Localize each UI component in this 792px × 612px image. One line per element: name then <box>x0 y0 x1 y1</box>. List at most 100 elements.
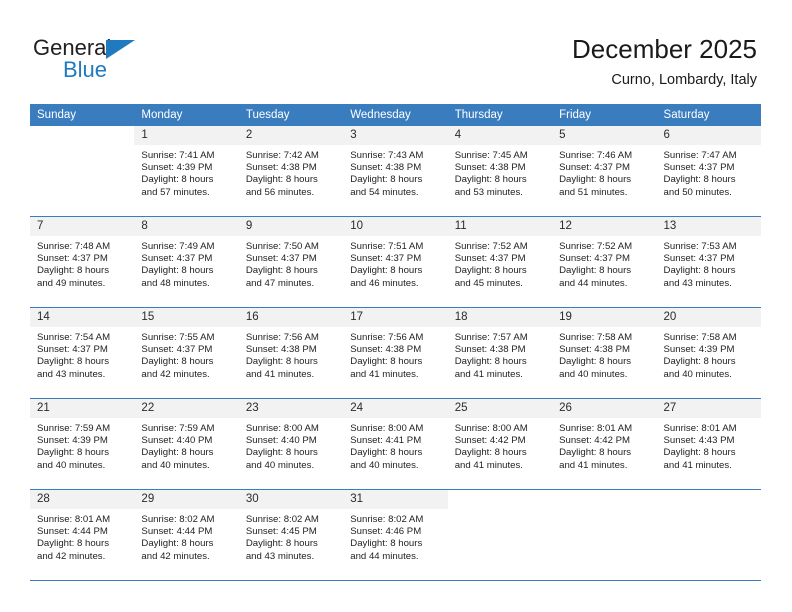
day-details: Sunrise: 7:57 AM Sunset: 4:38 PM Dayligh… <box>448 327 552 381</box>
day-number: 17 <box>343 308 448 327</box>
sunrise-text: Sunrise: 7:59 AM <box>37 423 111 434</box>
day-details <box>552 509 656 514</box>
day-number: 23 <box>238 399 344 418</box>
weekday-header-friday: Friday <box>552 104 657 126</box>
daylight-text-line1: Daylight: 8 hours <box>350 447 423 459</box>
sunset-text: Sunset: 4:37 PM <box>559 162 631 174</box>
daylight-text-line1: Daylight: 8 hours <box>350 356 423 368</box>
weekday-header-wednesday: Wednesday <box>343 104 448 126</box>
day-number <box>447 490 553 509</box>
day-details: Sunrise: 8:01 AM Sunset: 4:42 PM Dayligh… <box>552 418 656 472</box>
calendar-day-cell[interactable]: 8 Sunrise: 7:49 AM Sunset: 4:37 PM Dayli… <box>134 216 239 308</box>
calendar-day-cell[interactable]: 10 Sunrise: 7:51 AM Sunset: 4:37 PM Dayl… <box>343 216 448 308</box>
daylight-text-line1: Daylight: 8 hours <box>350 174 423 186</box>
daylight-text-line2: and 40 minutes. <box>559 368 628 380</box>
calendar-day-cell[interactable]: 27 Sunrise: 8:01 AM Sunset: 4:43 PM Dayl… <box>656 398 761 490</box>
daylight-text-line2: and 40 minutes. <box>141 459 210 471</box>
day-details: Sunrise: 7:58 AM Sunset: 4:39 PM Dayligh… <box>657 327 761 381</box>
sunset-text: Sunset: 4:38 PM <box>454 162 526 174</box>
day-number: 21 <box>30 399 135 418</box>
calendar-day-cell[interactable] <box>552 489 657 581</box>
calendar-day-cell[interactable]: 15 Sunrise: 7:55 AM Sunset: 4:37 PM Dayl… <box>134 307 239 399</box>
sunset-text: Sunset: 4:37 PM <box>454 253 526 265</box>
calendar-day-cell[interactable]: 17 Sunrise: 7:56 AM Sunset: 4:38 PM Dayl… <box>343 307 448 399</box>
calendar-day-cell[interactable]: 23 Sunrise: 8:00 AM Sunset: 4:40 PM Dayl… <box>238 398 344 490</box>
day-number <box>552 490 657 509</box>
sunrise-text: Sunrise: 7:56 AM <box>350 332 424 343</box>
calendar-day-cell[interactable]: 22 Sunrise: 7:59 AM Sunset: 4:40 PM Dayl… <box>134 398 239 490</box>
calendar-day-cell[interactable]: 5 Sunrise: 7:46 AM Sunset: 4:37 PM Dayli… <box>552 126 657 217</box>
day-details: Sunrise: 8:00 AM Sunset: 4:41 PM Dayligh… <box>343 418 447 472</box>
sunset-text: Sunset: 4:43 PM <box>663 435 735 447</box>
sunset-text: Sunset: 4:41 PM <box>350 435 422 447</box>
day-number: 10 <box>343 217 448 236</box>
sunrise-text: Sunrise: 7:48 AM <box>37 241 111 252</box>
calendar-day-cell[interactable]: 18 Sunrise: 7:57 AM Sunset: 4:38 PM Dayl… <box>447 307 553 399</box>
weekday-header-row: Sunday Monday Tuesday Wednesday Thursday… <box>30 104 761 126</box>
sunset-text: Sunset: 4:46 PM <box>350 526 422 538</box>
calendar-day-cell[interactable]: 13 Sunrise: 7:53 AM Sunset: 4:37 PM Dayl… <box>656 216 761 308</box>
calendar-day-cell[interactable] <box>30 126 135 217</box>
sunrise-text: Sunrise: 7:49 AM <box>141 241 215 252</box>
sunset-text: Sunset: 4:40 PM <box>245 435 317 447</box>
calendar-day-cell[interactable]: 21 Sunrise: 7:59 AM Sunset: 4:39 PM Dayl… <box>30 398 135 490</box>
daylight-text-line1: Daylight: 8 hours <box>559 356 632 368</box>
calendar-day-cell[interactable]: 28 Sunrise: 8:01 AM Sunset: 4:44 PM Dayl… <box>30 489 135 581</box>
daylight-text-line2: and 40 minutes. <box>245 459 315 471</box>
calendar-day-cell[interactable]: 3 Sunrise: 7:43 AM Sunset: 4:38 PM Dayli… <box>343 126 448 217</box>
sunset-text: Sunset: 4:37 PM <box>37 344 108 356</box>
page-title: December 2025 <box>572 34 757 64</box>
calendar-day-cell[interactable] <box>447 489 553 581</box>
calendar-day-cell[interactable]: 14 Sunrise: 7:54 AM Sunset: 4:37 PM Dayl… <box>30 307 135 399</box>
calendar-day-cell[interactable]: 26 Sunrise: 8:01 AM Sunset: 4:42 PM Dayl… <box>552 398 657 490</box>
sunset-text: Sunset: 4:37 PM <box>245 253 317 265</box>
day-number: 5 <box>552 126 657 145</box>
daylight-text-line1: Daylight: 8 hours <box>663 265 736 277</box>
day-details: Sunrise: 7:47 AM Sunset: 4:37 PM Dayligh… <box>657 145 761 199</box>
sunset-text: Sunset: 4:39 PM <box>37 435 108 447</box>
daylight-text-line2: and 44 minutes. <box>559 277 628 289</box>
daylight-text-line2: and 50 minutes. <box>663 186 732 198</box>
daylight-text-line1: Daylight: 8 hours <box>663 447 736 459</box>
daylight-text-line1: Daylight: 8 hours <box>454 174 527 186</box>
calendar-day-cell[interactable]: 30 Sunrise: 8:02 AM Sunset: 4:45 PM Dayl… <box>238 489 344 581</box>
sunrise-text: Sunrise: 7:58 AM <box>663 332 737 343</box>
calendar-day-cell[interactable]: 31 Sunrise: 8:02 AM Sunset: 4:46 PM Dayl… <box>343 489 448 581</box>
day-number: 16 <box>238 308 344 327</box>
sunrise-text: Sunrise: 8:01 AM <box>559 423 633 434</box>
calendar-week-row: 1 Sunrise: 7:41 AM Sunset: 4:39 PM Dayli… <box>30 126 761 217</box>
daylight-text-line2: and 41 minutes. <box>559 459 628 471</box>
day-details: Sunrise: 8:00 AM Sunset: 4:42 PM Dayligh… <box>448 418 552 472</box>
daylight-text-line2: and 43 minutes. <box>663 277 732 289</box>
sunrise-text: Sunrise: 7:52 AM <box>454 241 528 252</box>
sunrise-text: Sunrise: 7:57 AM <box>454 332 528 343</box>
logo-triangle-icon <box>106 40 135 59</box>
calendar-day-cell[interactable]: 19 Sunrise: 7:58 AM Sunset: 4:38 PM Dayl… <box>552 307 657 399</box>
day-number: 6 <box>656 126 761 145</box>
calendar-day-cell[interactable]: 2 Sunrise: 7:42 AM Sunset: 4:38 PM Dayli… <box>238 126 344 217</box>
calendar-day-cell[interactable]: 12 Sunrise: 7:52 AM Sunset: 4:37 PM Dayl… <box>552 216 657 308</box>
calendar-day-cell[interactable]: 20 Sunrise: 7:58 AM Sunset: 4:39 PM Dayl… <box>656 307 761 399</box>
sunrise-text: Sunrise: 8:00 AM <box>350 423 424 434</box>
calendar-day-cell[interactable]: 4 Sunrise: 7:45 AM Sunset: 4:38 PM Dayli… <box>447 126 553 217</box>
calendar-day-cell[interactable]: 6 Sunrise: 7:47 AM Sunset: 4:37 PM Dayli… <box>656 126 761 217</box>
day-number: 30 <box>238 490 344 509</box>
calendar-day-cell[interactable]: 9 Sunrise: 7:50 AM Sunset: 4:37 PM Dayli… <box>238 216 344 308</box>
sunrise-text: Sunrise: 7:47 AM <box>663 150 737 161</box>
day-number: 4 <box>447 126 553 145</box>
calendar-day-cell[interactable]: 24 Sunrise: 8:00 AM Sunset: 4:41 PM Dayl… <box>343 398 448 490</box>
calendar-day-cell[interactable]: 29 Sunrise: 8:02 AM Sunset: 4:44 PM Dayl… <box>134 489 239 581</box>
day-details: Sunrise: 7:53 AM Sunset: 4:37 PM Dayligh… <box>657 236 761 290</box>
day-number: 2 <box>238 126 344 145</box>
calendar-day-cell[interactable]: 11 Sunrise: 7:52 AM Sunset: 4:37 PM Dayl… <box>447 216 553 308</box>
daylight-text-line1: Daylight: 8 hours <box>37 447 109 459</box>
calendar-day-cell[interactable]: 7 Sunrise: 7:48 AM Sunset: 4:37 PM Dayli… <box>30 216 135 308</box>
daylight-text-line1: Daylight: 8 hours <box>350 265 423 277</box>
calendar-day-cell[interactable]: 16 Sunrise: 7:56 AM Sunset: 4:38 PM Dayl… <box>238 307 344 399</box>
calendar-day-cell[interactable]: 25 Sunrise: 8:00 AM Sunset: 4:42 PM Dayl… <box>447 398 553 490</box>
sunrise-text: Sunrise: 7:42 AM <box>245 150 319 161</box>
generalblue-logo[interactable]: General Blue <box>33 36 163 88</box>
day-details: Sunrise: 8:00 AM Sunset: 4:40 PM Dayligh… <box>239 418 343 472</box>
calendar-day-cell[interactable]: 1 Sunrise: 7:41 AM Sunset: 4:39 PM Dayli… <box>134 126 239 217</box>
calendar-day-cell[interactable] <box>656 489 761 581</box>
